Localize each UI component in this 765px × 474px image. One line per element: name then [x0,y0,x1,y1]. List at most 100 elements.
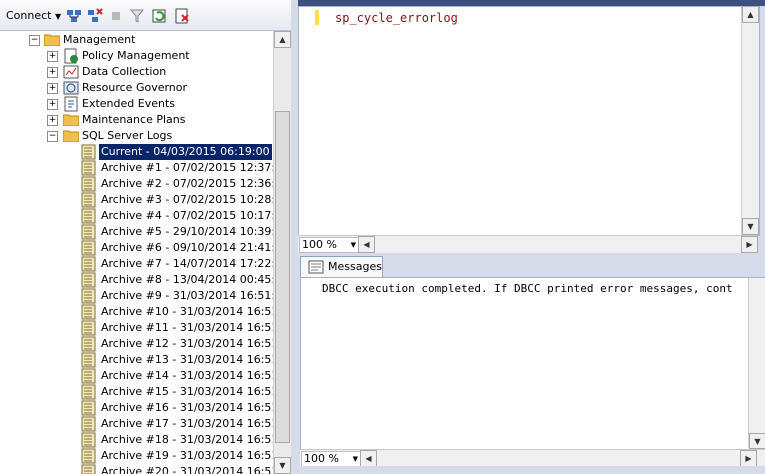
expand-icon[interactable]: + [47,99,58,110]
collapse-icon[interactable]: − [29,35,40,46]
connect-object-explorer-icon[interactable] [66,7,82,25]
expand-icon[interactable]: + [47,115,58,126]
log-file-icon [81,256,96,272]
tree-node-extended-events[interactable]: + Extended Events [0,96,273,112]
tree-node-archive-log[interactable]: Archive #10 - 31/03/2014 16:51:00 [0,304,273,320]
tree-node-archive-log[interactable]: Archive #16 - 31/03/2014 16:51:00 [0,400,273,416]
log-file-icon [81,144,96,160]
folder-icon [44,34,60,46]
scroll-right-button[interactable]: ▶ [740,450,757,467]
tree-node-archive-log[interactable]: Archive #14 - 31/03/2014 16:51:00 [0,368,273,384]
refresh-icon[interactable] [151,7,167,25]
expand-icon[interactable]: + [47,83,58,94]
tree-node-label: Archive #6 - 09/10/2014 21:41:00 [101,241,273,254]
tree-node-archive-log[interactable]: Archive #17 - 31/03/2014 16:51:00 [0,416,273,432]
expand-icon[interactable]: + [47,51,58,62]
tree-node-sql-server-logs[interactable]: − SQL Server Logs [0,128,273,144]
message-line: DBCC execution completed. If DBCC printe… [322,282,733,295]
tree-node-archive-log[interactable]: Archive #4 - 07/02/2015 10:17:00 [0,208,273,224]
query-editor[interactable]: sp_cycle_errorlog [298,6,760,236]
tree-node-archive-log[interactable]: Archive #7 - 14/07/2014 17:22:00 [0,256,273,272]
tree-node-policy-management[interactable]: + Policy Management [0,48,273,64]
tab-label: Messages [328,260,382,273]
log-file-icon [81,192,96,208]
collapse-icon[interactable]: − [47,131,58,142]
tree-node-label: Archive #3 - 07/02/2015 10:28:00 [101,193,273,206]
tree-node-label: Archive #19 - 31/03/2014 16:51:00 [101,449,273,462]
tab-messages[interactable]: Messages [300,256,383,277]
tree-node-archive-log[interactable]: Archive #8 - 13/04/2014 00:45:00 [0,272,273,288]
tree-node-archive-log[interactable]: Archive #15 - 31/03/2014 16:51:00 [0,384,273,400]
tree-node-label: Archive #8 - 13/04/2014 00:45:00 [101,273,273,286]
scrollbar-thumb[interactable] [275,111,290,443]
query-text[interactable]: sp_cycle_errorlog [335,11,458,25]
object-explorer-tree: − Management + Policy Management + Data … [0,31,273,474]
messages-output[interactable]: DBCC execution completed. If DBCC printe… [300,277,765,450]
disconnect-icon[interactable] [87,7,103,25]
tree-node-archive-log[interactable]: Archive #20 - 31/03/2014 16:51:00 [0,464,273,474]
activity-monitor-icon[interactable] [174,7,190,25]
tree-node-management[interactable]: − Management [0,32,273,48]
log-file-icon [81,368,96,384]
tree-node-archive-log[interactable]: Archive #5 - 29/10/2014 10:39:00 [0,224,273,240]
scroll-right-button[interactable]: ▶ [741,236,758,253]
tree-node-archive-log[interactable]: Archive #6 - 09/10/2014 21:41:00 [0,240,273,256]
log-file-icon [81,464,96,474]
scroll-up-button[interactable]: ▲ [742,6,759,23]
chevron-down-icon[interactable]: ▼ [353,452,358,466]
editor-status-bar: 100 % ▼ ◀ ▶ [298,235,758,253]
chevron-down-icon[interactable]: ▼ [55,12,61,21]
log-file-icon [81,288,96,304]
scroll-left-button[interactable]: ◀ [358,236,375,253]
tree-node-archive-log[interactable]: Archive #13 - 31/03/2014 16:51:00 [0,352,273,368]
data-collection-icon [63,65,79,79]
tree-node-archive-log[interactable]: Archive #1 - 07/02/2015 12:37:00 [0,160,273,176]
tree-node-archive-log[interactable]: Archive #9 - 31/03/2014 16:51:00 [0,288,273,304]
scroll-up-button[interactable]: ▲ [274,31,291,48]
tree-node-data-collection[interactable]: + Data Collection [0,64,273,80]
log-file-icon [81,352,96,368]
tree-node-label: Archive #18 - 31/03/2014 16:51:00 [101,433,273,446]
bottom-strip [298,466,765,474]
results-zoom-select[interactable]: 100 % ▼ [301,451,361,467]
tree-node-label: Archive #2 - 07/02/2015 12:36:00 [101,177,273,190]
tree-node-label: Data Collection [82,65,167,78]
folder-icon [63,114,79,126]
tree-node-archive-log[interactable]: Archive #3 - 07/02/2015 10:28:00 [0,192,273,208]
log-file-icon [81,320,96,336]
log-file-icon [81,448,96,464]
object-explorer-toolbar: Connect ▼ [0,0,291,31]
log-file-icon [81,224,96,240]
tree-node-label: SQL Server Logs [82,129,173,142]
tree-node-maintenance-plans[interactable]: + Maintenance Plans [0,112,273,128]
messages-icon [308,260,324,274]
scroll-down-button[interactable]: ▼ [742,218,759,235]
log-file-icon [81,240,96,256]
panel-splitter[interactable] [291,0,298,474]
messages-vertical-scrollbar[interactable]: ▼ [748,278,765,449]
scroll-down-button[interactable]: ▼ [274,457,291,474]
tree-node-archive-log[interactable]: Archive #11 - 31/03/2014 16:51:00 [0,320,273,336]
tree-node-archive-log[interactable]: Archive #19 - 31/03/2014 16:51:00 [0,448,273,464]
editor-zoom-select[interactable]: 100 % ▼ [299,237,359,253]
chevron-down-icon[interactable]: ▼ [351,238,356,252]
zoom-value: 100 % [304,452,339,465]
policy-management-icon [64,48,78,64]
tree-node-archive-log[interactable]: Archive #18 - 31/03/2014 16:51:00 [0,432,273,448]
filter-icon[interactable] [129,7,145,25]
expand-icon[interactable]: + [47,67,58,78]
tree-node-label: Archive #16 - 31/03/2014 16:51:00 [101,401,273,414]
stop-icon[interactable] [108,7,124,25]
scroll-left-button[interactable]: ◀ [360,450,377,467]
tree-node-label: Current - 04/03/2015 06:19:00 [98,143,273,161]
object-explorer-scrollbar[interactable]: ▲ ▼ [273,31,291,474]
tree-node-archive-log[interactable]: Archive #12 - 31/03/2014 16:51:00 [0,336,273,352]
tree-node-label: Archive #13 - 31/03/2014 16:51:00 [101,353,273,366]
tree-node-resource-governor[interactable]: + Resource Governor [0,80,273,96]
editor-vertical-scrollbar[interactable]: ▲ ▼ [741,6,759,235]
log-file-icon [81,160,96,176]
connect-button[interactable]: Connect ▼ [6,7,61,25]
scroll-down-button[interactable]: ▼ [749,433,765,449]
tree-node-archive-log[interactable]: Archive #2 - 07/02/2015 12:36:00 [0,176,273,192]
tree-node-current-log[interactable]: Current - 04/03/2015 06:19:00 [0,143,273,161]
